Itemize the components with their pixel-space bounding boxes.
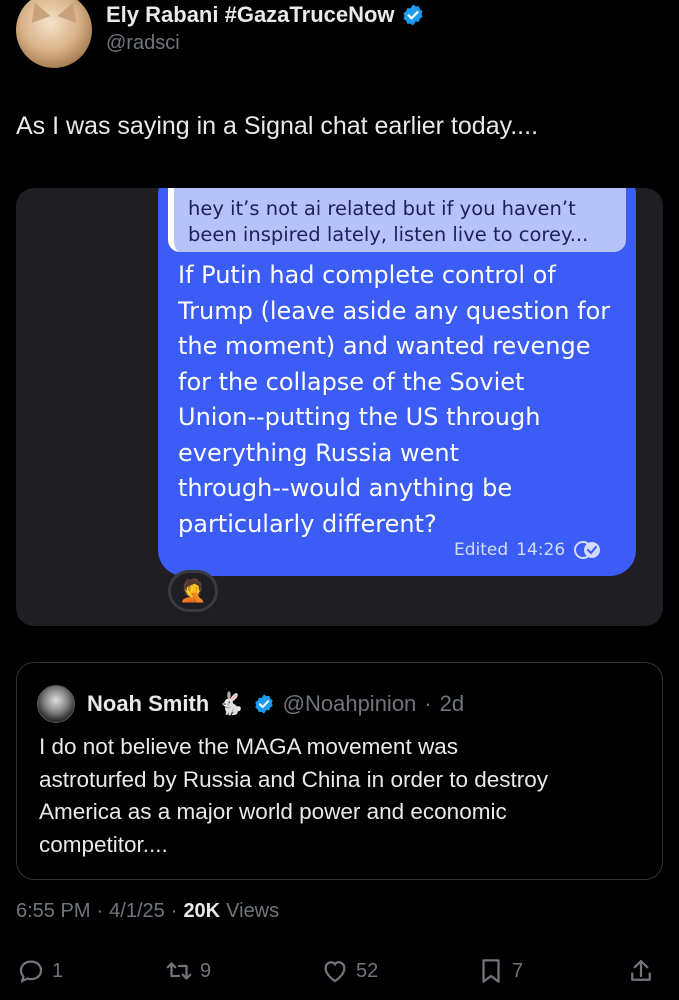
retweet-count: 9 — [200, 959, 212, 982]
read-receipt-icon — [574, 541, 601, 559]
like-count: 52 — [356, 959, 379, 982]
quoted-author-handle: @Noahpinion — [282, 691, 417, 716]
message-time: 14:26 — [516, 540, 566, 560]
message-line: Union--putting the US through — [178, 403, 541, 431]
bookmark-icon — [482, 959, 500, 983]
message-line: through--would anything be — [178, 474, 513, 502]
heart-icon — [324, 961, 346, 983]
retweet-button[interactable]: 9 — [164, 956, 211, 986]
bookmark-count: 7 — [512, 959, 524, 982]
separator-dot: · — [170, 900, 178, 922]
author-avatar[interactable] — [16, 0, 92, 68]
bookmark-button[interactable]: 7 — [476, 956, 523, 986]
author-handle[interactable]: @radsci — [106, 32, 180, 55]
quoted-text-line: I do not believe the MAGA movement was — [39, 734, 458, 759]
message-line: If Putin had complete control of — [178, 261, 556, 289]
retweet-icon — [166, 962, 192, 980]
message-line: Trump (leave aside any question for — [178, 296, 611, 325]
attached-image[interactable]: hey it’s not ai related but if you haven… — [16, 188, 663, 626]
message-line: particularly different? — [178, 509, 437, 538]
author-header: Ely Rabani #GazaTruceNow @radsci — [16, 0, 663, 70]
views-count: 20K — [183, 900, 221, 922]
like-button[interactable]: 52 — [320, 956, 378, 986]
signal-quoted-reply: hey it’s not ai related but if you haven… — [168, 188, 626, 252]
quoted-text-line: America as a major world power and econo… — [39, 799, 507, 824]
quoted-reply-line: hey it’s not ai related but if you haven… — [188, 197, 576, 220]
tweet-text: As I was saying in a Signal chat earlier… — [16, 112, 539, 140]
reply-icon — [19, 960, 43, 984]
message-line: the moment) and wanted revenge — [178, 332, 591, 360]
author-name-row: Ely Rabani #GazaTruceNow — [106, 2, 425, 28]
separator-dot: · — [424, 691, 432, 716]
tweet-time[interactable]: 6:55 PM — [16, 900, 90, 923]
verified-badge-icon — [254, 694, 273, 714]
quoted-tweet-text: I do not believe the MAGA movement was a… — [39, 731, 649, 861]
separator-dot: · — [96, 900, 104, 922]
share-icon — [631, 959, 651, 981]
facepalm-reaction: 🤦 — [168, 570, 218, 612]
action-bar: 1 9 52 7 — [16, 956, 663, 992]
signal-message-text: If Putin had complete control of Trump (… — [178, 258, 628, 542]
quoted-text-line: astroturfed by Russia and China in order… — [39, 766, 549, 792]
rabbit-emoji: 🐇 — [217, 691, 245, 716]
quoted-tweet-card[interactable]: Noah Smith 🐇 @Noahpinion · 2d I do not b… — [16, 662, 663, 880]
reply-button[interactable]: 1 — [16, 956, 63, 986]
quoted-reply-line: been inspired lately, listen live to cor… — [188, 223, 589, 246]
message-line: everything Russia went — [178, 438, 460, 467]
verified-badge-icon — [403, 4, 423, 26]
quoted-tweet-header: Noah Smith 🐇 @Noahpinion · 2d — [37, 685, 464, 723]
reply-count: 1 — [52, 959, 64, 982]
quoted-text-line: competitor.... — [39, 831, 168, 857]
views-label: Views — [226, 900, 280, 922]
cat-ear-left — [25, 0, 51, 23]
tweet-date[interactable]: 4/1/25 — [109, 900, 165, 923]
tweet-meta: 6:55 PM · 4/1/25 · 20K Views — [16, 900, 279, 923]
share-button[interactable] — [626, 956, 656, 986]
author-display-name[interactable]: Ely Rabani #GazaTruceNow — [106, 2, 395, 28]
message-line: for the collapse of the Soviet — [178, 367, 525, 396]
signal-message-bubble: hey it’s not ai related but if you haven… — [158, 188, 636, 576]
quoted-author-name: Noah Smith — [87, 691, 210, 716]
quoted-tweet-age: 2d — [439, 691, 465, 716]
edited-label: Edited — [454, 540, 509, 560]
quoted-author-avatar — [37, 685, 75, 723]
cat-ear-right — [57, 0, 83, 23]
signal-message-meta: Edited 14:26 — [454, 540, 603, 560]
